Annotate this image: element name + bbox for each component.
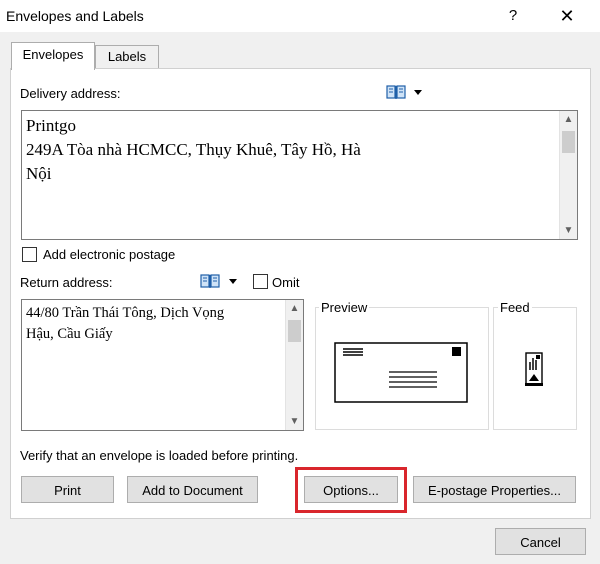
delivery-address-label: Delivery address: <box>20 86 121 101</box>
print-button[interactable]: Print <box>21 476 114 503</box>
scroll-thumb[interactable] <box>288 320 301 342</box>
scroll-up-icon[interactable]: ▲ <box>286 300 303 317</box>
title-bar: Envelopes and Labels ? ✕ <box>0 0 600 32</box>
e-postage-properties-button[interactable]: E-postage Properties... <box>413 476 576 503</box>
address-book-icon[interactable] <box>200 273 220 289</box>
add-to-document-button[interactable]: Add to Document <box>127 476 258 503</box>
cancel-button[interactable]: Cancel <box>495 528 586 555</box>
return-scrollbar[interactable]: ▲ ▼ <box>285 300 303 430</box>
add-electronic-postage-checkbox[interactable] <box>22 247 37 262</box>
feed-method-icon[interactable] <box>520 350 548 394</box>
options-highlight-box <box>295 467 407 513</box>
tab-labels-label: Labels <box>107 49 147 64</box>
return-address-field[interactable]: 44/80 Trần Thái Tông, Dịch Vọng Hậu, Cầu… <box>21 299 304 431</box>
add-electronic-postage-label: Add electronic postage <box>43 247 176 262</box>
scroll-down-icon[interactable]: ▼ <box>560 222 577 239</box>
address-book-icon[interactable] <box>386 84 406 100</box>
chevron-down-icon[interactable] <box>414 90 422 95</box>
return-address-label: Return address: <box>20 275 113 290</box>
delivery-scrollbar[interactable]: ▲ ▼ <box>559 111 577 239</box>
delivery-address-field[interactable]: Printgo 249A Tòa nhà HCMCC, Thụy Khuê, T… <box>21 110 578 240</box>
close-button[interactable]: ✕ <box>552 4 582 28</box>
envelope-preview-icon[interactable] <box>334 342 468 403</box>
tab-labels[interactable]: Labels <box>95 45 159 68</box>
delivery-address-text: Printgo 249A Tòa nhà HCMCC, Thụy Khuê, T… <box>26 116 361 183</box>
omit-checkbox[interactable] <box>253 274 268 289</box>
omit-label: Omit <box>272 275 300 290</box>
scroll-up-icon[interactable]: ▲ <box>560 111 577 128</box>
help-button[interactable]: ? <box>499 4 527 28</box>
preview-label: Preview <box>319 300 370 315</box>
return-address-text: 44/80 Trần Thái Tông, Dịch Vọng Hậu, Cầu… <box>26 305 225 342</box>
window-title: Envelopes and Labels <box>6 8 144 24</box>
verify-envelope-text: Verify that an envelope is loaded before… <box>20 448 299 463</box>
scroll-down-icon[interactable]: ▼ <box>286 413 303 430</box>
tab-envelopes-label: Envelopes <box>22 47 84 62</box>
chevron-down-icon[interactable] <box>229 279 237 284</box>
feed-label: Feed <box>498 300 532 315</box>
tab-envelopes[interactable]: Envelopes <box>11 42 95 70</box>
scroll-thumb[interactable] <box>562 131 575 153</box>
